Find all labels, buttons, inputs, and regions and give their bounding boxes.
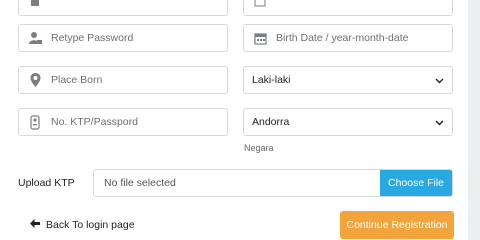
registration-form: Retype Password Birth Date / year-month-… xyxy=(0,0,468,240)
retype-password-input[interactable]: Retype Password xyxy=(18,24,228,52)
place-born-input[interactable]: Place Born xyxy=(18,66,228,94)
file-status: No file selected xyxy=(104,177,176,189)
chevron-down-icon xyxy=(435,118,444,130)
arrow-left-icon xyxy=(30,219,46,231)
id-card-icon xyxy=(19,109,51,135)
birth-date-placeholder: Birth Date / year-month-date xyxy=(276,32,409,44)
back-to-login-link[interactable]: Back To login page xyxy=(30,219,135,231)
country-select[interactable]: Andorra xyxy=(243,108,453,136)
upload-ktp-label: Upload KTP xyxy=(18,177,75,189)
birth-date-input[interactable]: Birth Date / year-month-date xyxy=(243,24,453,52)
email-field[interactable] xyxy=(243,0,453,16)
chevron-down-icon xyxy=(435,76,444,88)
key-icon xyxy=(19,0,51,15)
calendar-icon xyxy=(244,25,276,51)
user-lock-icon xyxy=(19,25,51,51)
location-pin-icon xyxy=(19,67,51,93)
envelope-icon xyxy=(244,0,276,15)
place-born-placeholder: Place Born xyxy=(51,74,103,86)
country-value: Andorra xyxy=(252,116,290,128)
upload-ktp-file-input[interactable]: No file selected Choose File xyxy=(93,169,453,197)
password-field[interactable] xyxy=(18,0,228,16)
retype-password-placeholder: Retype Password xyxy=(51,32,134,44)
continue-registration-button[interactable]: Continue Registration xyxy=(340,211,454,239)
ktp-passport-placeholder: No. KTP/Passpord xyxy=(51,116,138,128)
ktp-passport-input[interactable]: No. KTP/Passpord xyxy=(18,108,228,136)
back-to-login-label: Back To login page xyxy=(46,219,135,231)
gender-select[interactable]: Laki-laki xyxy=(243,66,453,94)
choose-file-button[interactable]: Choose File xyxy=(380,170,452,196)
country-hint: Negara xyxy=(244,143,274,153)
gender-value: Laki-laki xyxy=(252,74,291,86)
